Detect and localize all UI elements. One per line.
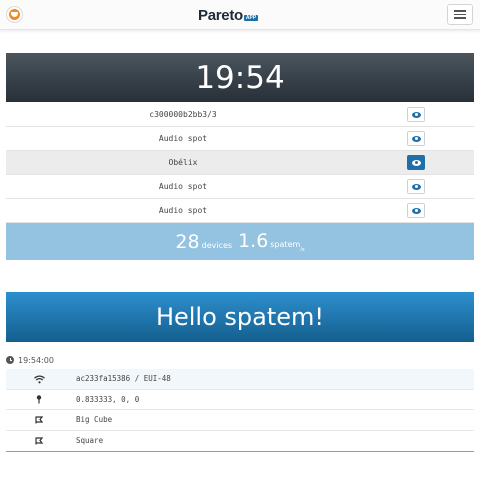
device-label: c300000b2bb3/3 <box>149 110 217 119</box>
pin-icon <box>32 395 46 405</box>
detail-row: Square <box>6 431 474 452</box>
device-list: c300000b2bb3/3 Audio spot Obélix Audio s… <box>6 103 474 223</box>
location-flag-icon <box>32 436 46 446</box>
view-device-button[interactable] <box>407 131 425 146</box>
detail-text: Square <box>76 435 104 445</box>
wifi-icon <box>32 374 46 384</box>
detail-row: ac233fa15386 / EUI-48 <box>6 369 474 390</box>
timestamp-text: 19:54:00 <box>18 355 54 365</box>
view-device-button[interactable] <box>407 155 425 170</box>
devices-label: devices <box>201 240 233 250</box>
devices-stat: 28 devices <box>175 231 232 253</box>
eye-icon <box>411 207 421 214</box>
hello-banner: Hello spatem! <box>6 292 474 342</box>
hamburger-menu-button[interactable] <box>447 4 473 25</box>
timestamp: 19:54:00 <box>6 354 54 366</box>
brand-tag: APP <box>243 15 259 21</box>
view-device-button[interactable] <box>407 203 425 218</box>
user-avatar-icon[interactable] <box>6 6 23 23</box>
detail-row: Big Cube <box>6 410 474 431</box>
eye-icon <box>411 111 421 118</box>
clock-icon <box>6 356 14 364</box>
device-label: Audio spot <box>158 182 208 191</box>
detail-text: Big Cube <box>76 415 113 424</box>
spatem-label: spatem <box>270 239 301 249</box>
eye-icon <box>411 135 421 142</box>
stats-bar: 28 devices 1.6 spatem/s <box>6 223 474 260</box>
device-label: Audio spot <box>158 134 208 143</box>
detail-row: 0.833333, 0, 0 <box>6 390 474 410</box>
spatem-rate-unit: /s <box>300 247 305 254</box>
clock-display: 19:54 <box>6 53 474 102</box>
location-flag-icon <box>32 415 46 425</box>
view-device-button[interactable] <box>407 179 425 194</box>
view-device-button[interactable] <box>407 107 425 122</box>
device-row-selected: Obélix <box>6 151 474 175</box>
spatem-value: 1.6 <box>238 229 269 252</box>
device-label: Audio spot <box>158 206 208 215</box>
detail-text: ac233fa15386 / EUI-48 <box>76 374 171 383</box>
device-label: Obélix <box>168 158 198 167</box>
detail-list: ac233fa15386 / EUI-48 0.833333, 0, 0 Big… <box>6 369 474 452</box>
navbar: Pareto APP <box>0 0 480 30</box>
detail-text: 0.833333, 0, 0 <box>76 394 140 404</box>
device-row: Audio spot <box>6 175 474 199</box>
device-row: Audio spot <box>6 199 474 223</box>
brand-name: Pareto <box>198 7 243 24</box>
brand-logo[interactable]: Pareto APP <box>198 6 259 24</box>
spatem-stat: 1.6 spatem/s <box>238 230 305 253</box>
eye-icon <box>411 183 421 190</box>
device-row: Audio spot <box>6 127 474 151</box>
devices-count: 28 <box>175 230 200 253</box>
eye-icon <box>411 159 421 166</box>
device-row: c300000b2bb3/3 <box>6 103 474 127</box>
